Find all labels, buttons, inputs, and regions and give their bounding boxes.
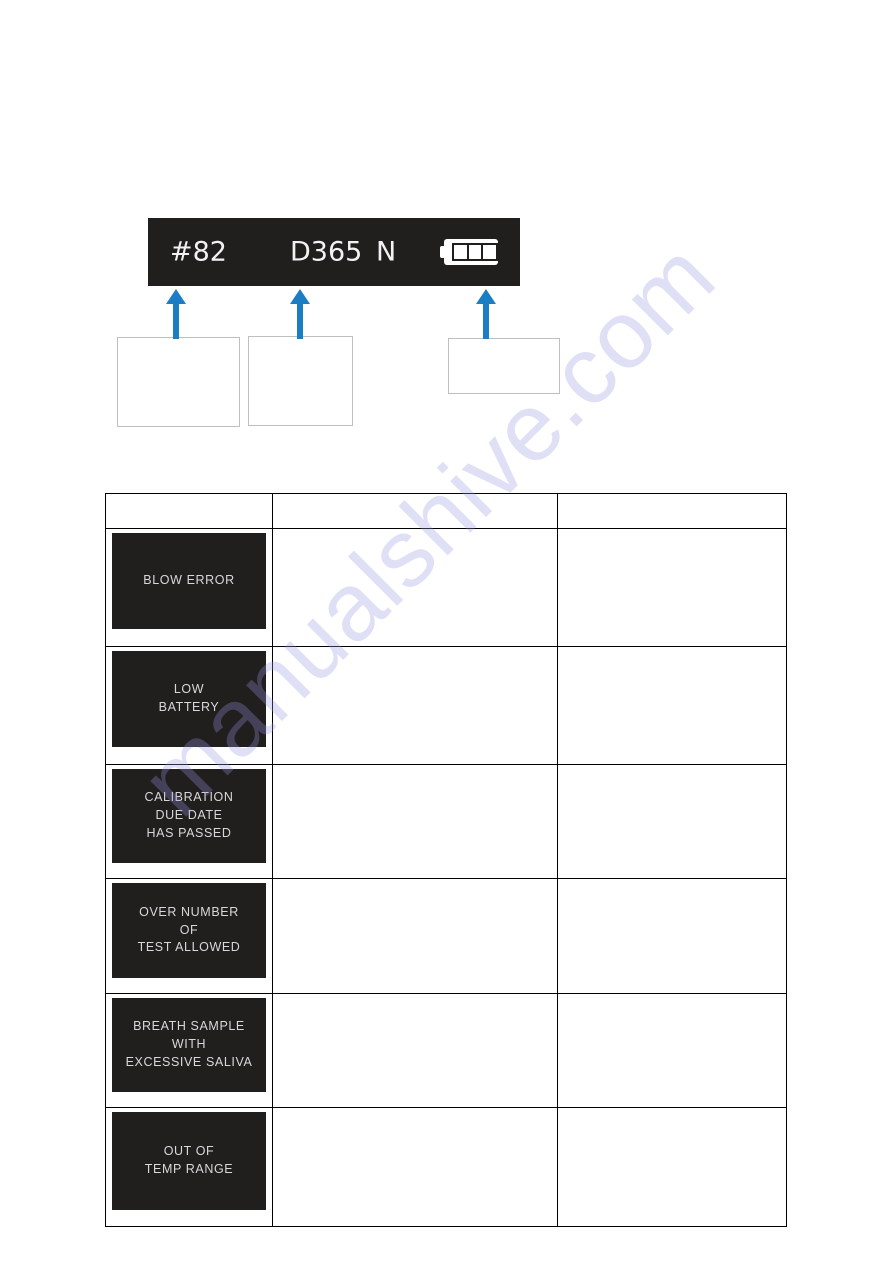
- callout-test-count: [117, 337, 240, 427]
- column-header-solution: [557, 493, 787, 529]
- table-row: BLOW ERROR: [105, 528, 787, 647]
- lcd-days-remaining: D365: [290, 236, 363, 268]
- cell-solution: [557, 528, 787, 647]
- cell-screen: OUT OF TEMP RANGE: [105, 1107, 273, 1227]
- lcd-message-text: OVER NUMBER OF TEST ALLOWED: [137, 904, 241, 955]
- cell-screen: BLOW ERROR: [105, 528, 273, 647]
- callout-days-remaining: [248, 336, 353, 426]
- arrow-up-icon: [475, 289, 497, 339]
- lcd-message-text: OUT OF TEMP RANGE: [144, 1144, 234, 1176]
- battery-segment: [454, 245, 467, 259]
- lcd-status-bar: #82 D365 N: [148, 218, 520, 286]
- lcd-message-text: BREATH SAMPLE WITH EXCESSIVE SALIVA: [125, 1019, 253, 1069]
- table-header-row: [105, 493, 787, 529]
- lcd-test-count: #82: [170, 236, 227, 268]
- battery-full-icon: [440, 239, 498, 265]
- display-messages-table: BLOW ERROR LOW BATTERY CALIBRATION DUE D…: [105, 493, 787, 1227]
- cell-cause: [272, 764, 558, 879]
- arrow-up-icon: [165, 289, 187, 339]
- lcd-message-text: CALIBRATION DUE DATE HAS PASSED: [144, 790, 234, 840]
- lcd-mode-indicator: N: [376, 236, 397, 268]
- cell-cause: [272, 993, 558, 1108]
- cell-solution: [557, 646, 787, 765]
- callout-battery-label: [449, 339, 559, 351]
- table-row: CALIBRATION DUE DATE HAS PASSED: [105, 764, 787, 879]
- lcd-message-tile: BREATH SAMPLE WITH EXCESSIVE SALIVA: [112, 998, 266, 1092]
- cell-cause: [272, 1107, 558, 1227]
- cell-solution: [557, 764, 787, 879]
- column-header-cause: [272, 493, 558, 529]
- column-header-screen: [105, 493, 273, 529]
- table-row: LOW BATTERY: [105, 646, 787, 765]
- lcd-message-text: LOW BATTERY: [158, 682, 220, 714]
- lcd-status-bar-inner: #82 D365 N: [148, 218, 520, 286]
- table-body: BLOW ERROR LOW BATTERY CALIBRATION DUE D…: [105, 528, 787, 1227]
- battery-segment: [468, 245, 482, 259]
- lcd-message-tile: BLOW ERROR: [112, 533, 266, 629]
- callout-test-count-label: [118, 338, 239, 350]
- cell-cause: [272, 646, 558, 765]
- lcd-message-text: BLOW ERROR: [143, 573, 235, 588]
- battery-cells: [452, 243, 498, 261]
- cell-screen: LOW BATTERY: [105, 646, 273, 765]
- cell-screen: BREATH SAMPLE WITH EXCESSIVE SALIVA: [105, 993, 273, 1108]
- document-page: #82 D365 N BLOW ERROR LOW BATTERY CALIBR…: [0, 0, 893, 1263]
- lcd-message-tile: OVER NUMBER OF TEST ALLOWED: [112, 883, 266, 978]
- lcd-message-tile: LOW BATTERY: [112, 651, 266, 747]
- battery-body: [444, 239, 498, 265]
- cell-solution: [557, 878, 787, 994]
- lcd-message-tile: OUT OF TEMP RANGE: [112, 1112, 266, 1210]
- cell-cause: [272, 878, 558, 994]
- battery-segment: [483, 245, 497, 259]
- cell-solution: [557, 993, 787, 1108]
- arrow-up-icon: [289, 289, 311, 339]
- callout-battery: [448, 338, 560, 394]
- lcd-message-tile: CALIBRATION DUE DATE HAS PASSED: [112, 769, 266, 863]
- table-row: OUT OF TEMP RANGE: [105, 1107, 787, 1227]
- table-row: BREATH SAMPLE WITH EXCESSIVE SALIVA: [105, 993, 787, 1108]
- cell-cause: [272, 528, 558, 647]
- cell-screen: CALIBRATION DUE DATE HAS PASSED: [105, 764, 273, 879]
- table-header: [105, 493, 787, 529]
- cell-solution: [557, 1107, 787, 1227]
- table-row: OVER NUMBER OF TEST ALLOWED: [105, 878, 787, 994]
- cell-screen: OVER NUMBER OF TEST ALLOWED: [105, 878, 273, 994]
